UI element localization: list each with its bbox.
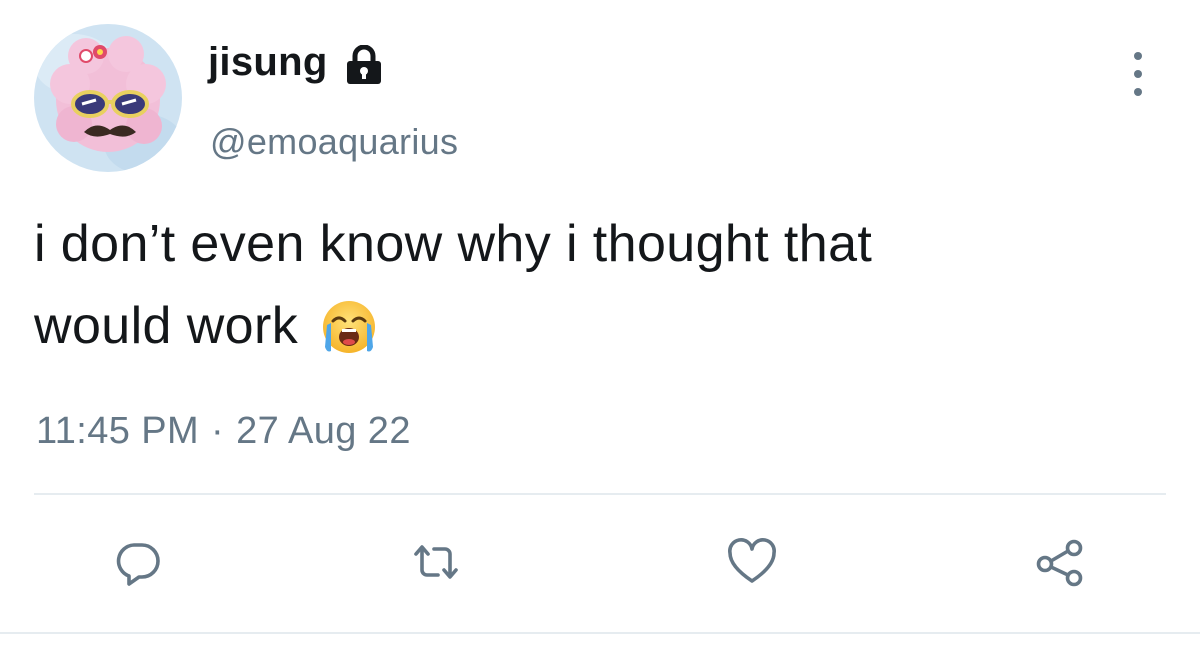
action-bar <box>0 532 1200 592</box>
more-dot <box>1134 70 1142 78</box>
retweet-button[interactable] <box>406 532 466 592</box>
divider <box>0 632 1200 634</box>
tweet-text-line: i don’t even know why i thought that <box>34 215 873 273</box>
avatar[interactable] <box>34 24 182 172</box>
more-dot <box>1134 88 1142 96</box>
author-name-row: jisung <box>208 40 382 85</box>
reply-button[interactable] <box>108 532 168 592</box>
heart-icon <box>728 538 776 583</box>
tweet-time: 11:45 PM <box>36 410 200 452</box>
lock-icon <box>346 44 382 85</box>
tweet-date: 27 Aug 22 <box>236 410 411 452</box>
avatar-image <box>34 24 182 172</box>
divider <box>34 493 1166 495</box>
tweet-timestamp[interactable]: 11:45 PM · 27 Aug 22 <box>36 410 411 453</box>
tweet-text-line-with-emoji: would work <box>34 285 1154 367</box>
tweet-text: i don’t even know why i thought that wou… <box>34 203 1154 367</box>
share-button[interactable] <box>1030 532 1090 592</box>
reply-icon <box>116 543 160 586</box>
loudly-crying-face-emoji <box>321 297 377 354</box>
more-dot <box>1134 52 1142 60</box>
more-vertical-icon[interactable] <box>1120 52 1156 96</box>
tweet-card: jisung @emoaquarius i don’t even know wh… <box>0 0 1200 652</box>
display-name[interactable]: jisung <box>208 40 328 85</box>
retweet-icon <box>414 545 458 579</box>
share-icon <box>1036 539 1083 587</box>
tweet-text-line: would work <box>34 297 299 355</box>
user-handle[interactable]: @emoaquarius <box>210 121 458 163</box>
like-button[interactable] <box>722 532 782 592</box>
meta-separator: · <box>211 410 225 452</box>
